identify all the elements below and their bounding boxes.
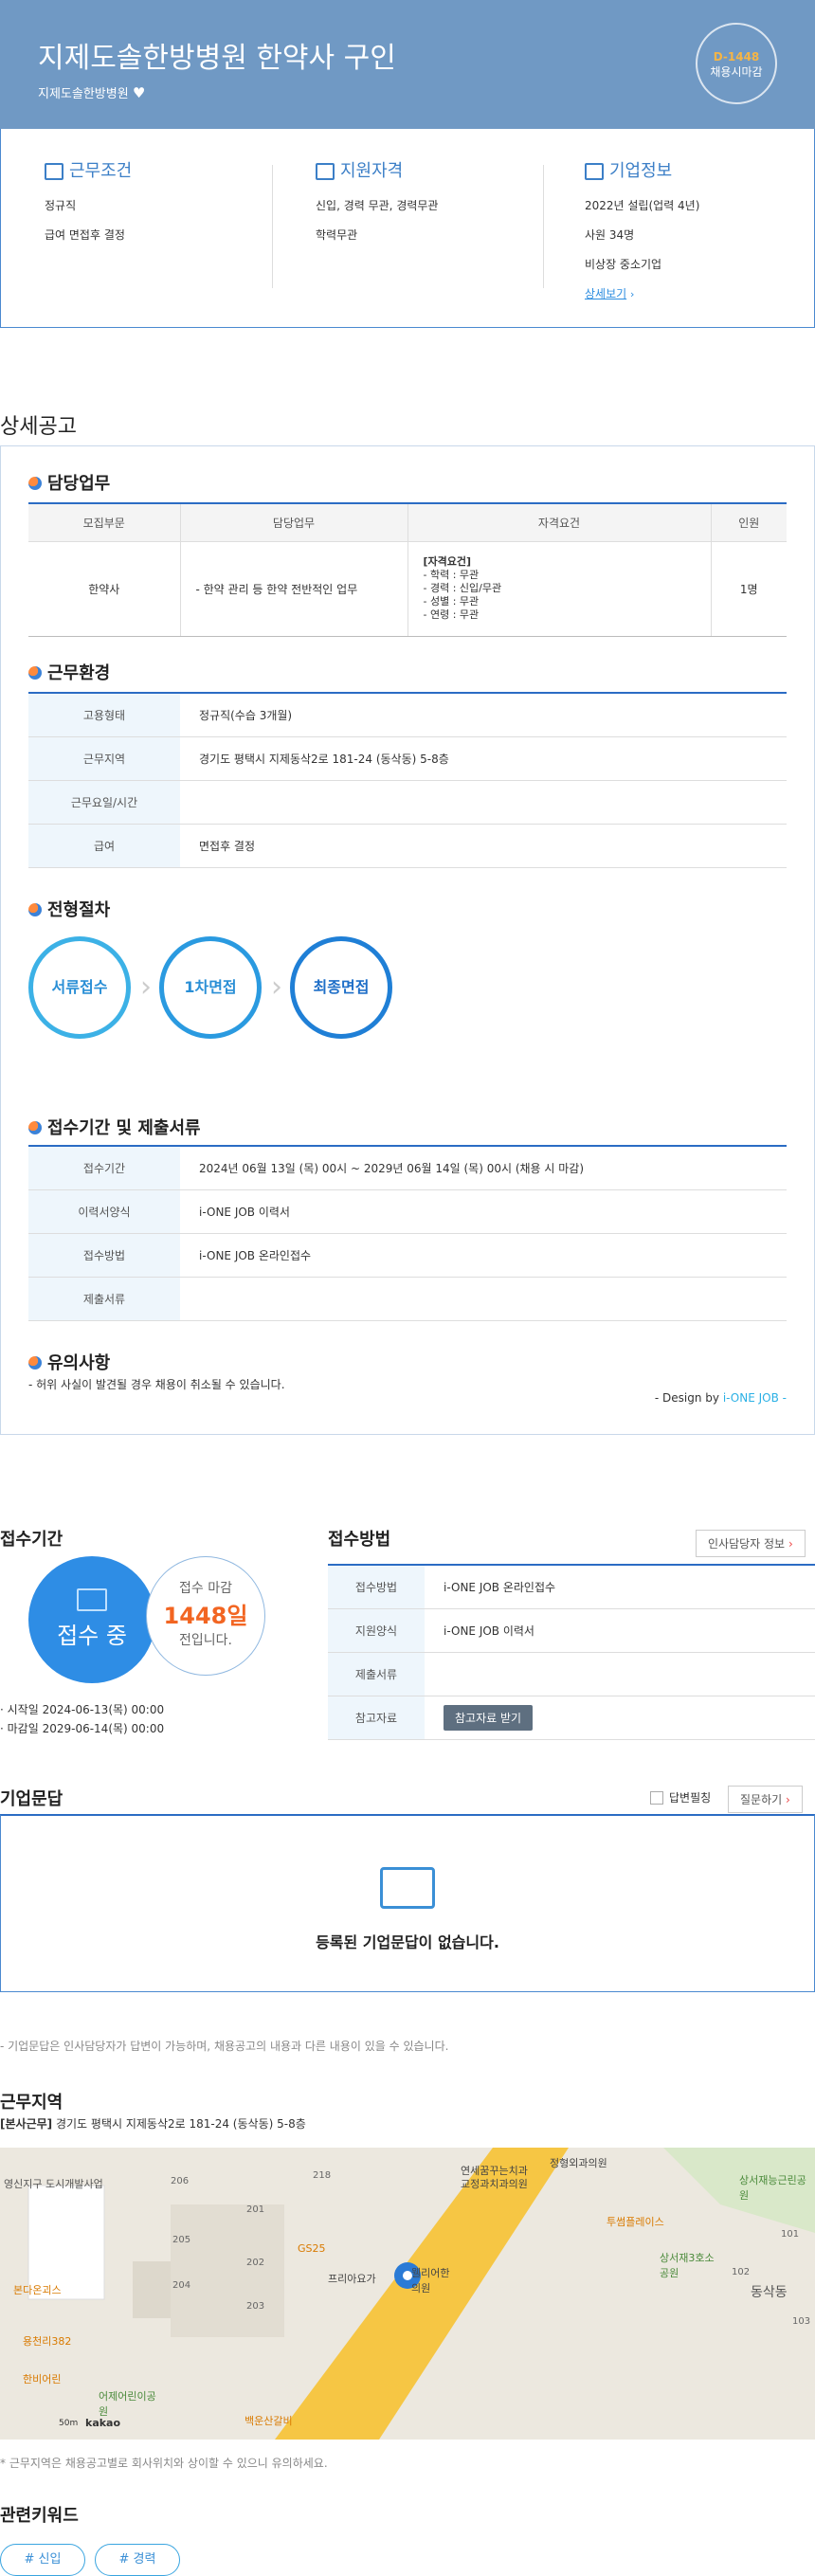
qa-box: 등록된 기업문답이 없습니다. <box>0 1814 815 1992</box>
method-table: 접수방법 i-ONE JOB 온라인접수 지원양식 i-ONE JOB 이력서 제출… <box>328 1564 815 1740</box>
bullet-icon <box>28 666 42 680</box>
method-title: 접수방법 <box>328 1530 391 1550</box>
summary-box: 근무조건 정규직 급여 면접후 결정 지원자격 신입, 경력 무관, 경력무관 학력… <box>0 129 815 328</box>
keywords-title: 관련키워드 <box>0 2506 79 2526</box>
envelope-icon <box>380 1867 435 1909</box>
kakao-logo: kakao <box>85 2417 121 2429</box>
job-title: 지제도솔한방병원 한약사 구인 <box>38 42 396 75</box>
bullet-icon <box>28 1121 42 1134</box>
answer-required-checkbox[interactable]: 답변필칭 <box>650 1789 711 1805</box>
building-icon <box>45 163 63 180</box>
company-detail-link[interactable]: 상세보기 <box>585 287 626 300</box>
hr-info-button[interactable]: 인사담당자 정보 › <box>696 1530 806 1557</box>
bullet-icon <box>28 477 42 490</box>
env-heading: 근무환경 <box>28 660 110 684</box>
status-circle: 접수 중 <box>28 1556 155 1683</box>
location-address: [본사근무] 경기도 평택시 지제동삭2로 181-24 (동삭동) 5-8층 <box>0 2117 306 2131</box>
deadline-circle: 접수 마감 1448일 전입니다. <box>146 1556 265 1676</box>
chevron-right-icon: › <box>271 971 282 1004</box>
calendar-icon <box>316 163 335 180</box>
apply-table: 접수기간 2024년 06월 13일 (목) 00시 ~ 2029년 06월 14… <box>28 1145 787 1321</box>
heart-icon[interactable]: ♥ <box>133 84 145 101</box>
ask-question-button[interactable]: 질문하기 › <box>728 1786 803 1813</box>
location-note: * 근무지역은 채용공고별로 회사위치와 상이할 수 있으니 유의하세요. <box>0 2457 328 2470</box>
bullet-icon <box>28 903 42 916</box>
download-reference-button[interactable]: 참고자료 받기 <box>444 1704 534 1731</box>
detail-title: 상세공고 <box>0 415 77 439</box>
location-title: 근무지역 <box>0 2093 63 2113</box>
keyword-tag[interactable]: # 경력 <box>95 2544 180 2576</box>
company-info: 기업정보 2022년 설립(업력 4년) 사원 34명 비상장 중소기업 상세보기 … <box>585 161 700 300</box>
qa-note: - 기업문답은 인사담당자가 답변이 가능하며, 채용공고의 내용과 다른 내용… <box>0 2040 449 2053</box>
design-credit: - Design by i-ONE JOB - <box>654 1391 787 1405</box>
step-document: 서류접수 <box>28 936 131 1039</box>
notice-heading: 유의사항 <box>28 1350 110 1374</box>
office-icon <box>585 163 604 180</box>
step-first-interview: 1차면접 <box>159 936 262 1039</box>
location-map[interactable]: 영신지구 도시개발사업 206 218 201 205 202 GS25 204… <box>0 2148 815 2440</box>
dday-badge: D-1448 채용시마감 <box>696 23 777 104</box>
duty-heading: 담당업무 <box>28 470 110 495</box>
qualifications: 지원자격 신입, 경력 무관, 경력무관 학력무관 <box>316 161 439 242</box>
process-heading: 전형절차 <box>28 897 110 921</box>
book-icon <box>77 1588 107 1611</box>
qa-title: 기업문답 <box>0 1789 63 1809</box>
period-title: 접수기간 <box>0 1530 63 1550</box>
duty-table: 모집부문 담당업무 자격요건 인원 한약사 - 한약 관리 등 한약 전반적인 업무 … <box>28 502 787 637</box>
apply-heading: 접수기간 및 제출서류 <box>28 1115 201 1139</box>
bullet-icon <box>28 1356 42 1370</box>
env-table: 고용형태 정규직(수습 3개월) 근무지역 경기도 평택시 지제동삭2로 181-2… <box>28 692 787 868</box>
step-final-interview: 최종면접 <box>290 936 392 1039</box>
period-dates: · 시작일 2024-06-13(목) 00:00 · 마감일 2029-06-… <box>0 1703 165 1735</box>
chevron-right-icon: › <box>140 971 152 1004</box>
keyword-tag[interactable]: # 신입 <box>0 2544 85 2576</box>
company-name[interactable]: 지제도솔한방병원 ♥ <box>38 83 145 101</box>
notice-text: - 허위 사실이 발견될 경우 채용이 취소될 수 있습니다. <box>28 1378 285 1391</box>
work-conditions: 근무조건 정규직 급여 면접후 결정 <box>45 161 133 242</box>
